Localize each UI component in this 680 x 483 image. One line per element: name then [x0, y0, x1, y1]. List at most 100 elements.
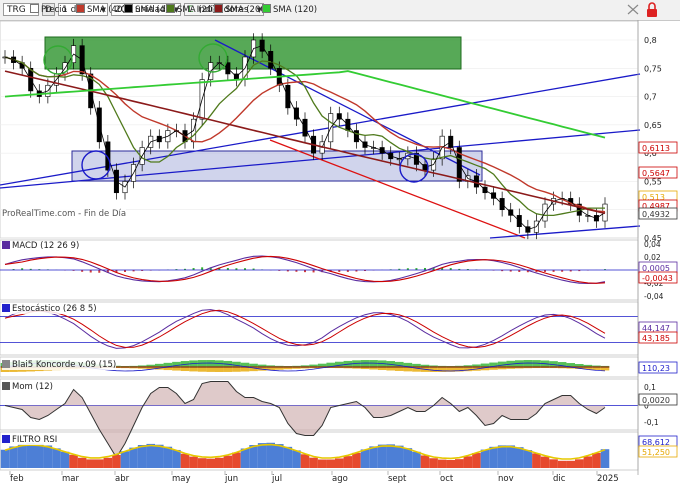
koncorde-brown-bar: [309, 366, 318, 368]
svg-text:51,250: 51,250: [642, 448, 670, 457]
koncorde-brown-bar: [335, 366, 344, 368]
koncorde-brown-bar: [472, 366, 481, 368]
blai5-title-label: Blai5 Koncorde v.09 (15): [12, 360, 117, 370]
chart-canvas[interactable]: 0,80,750,70,650,60,550,50,450,040,020-0,…: [0, 20, 680, 483]
koncorde-brown-bar: [523, 366, 533, 368]
x-axis-label: oct: [440, 474, 454, 483]
x-axis-label: jun: [224, 474, 238, 483]
mom-tick-label: -0,1: [644, 418, 659, 427]
koncorde-brown-bar: [540, 366, 550, 368]
price-value-label: 0,4932: [638, 207, 678, 220]
rsi-color-swatch: [2, 435, 10, 443]
koncorde-brown-bar: [180, 366, 190, 368]
chart-tools-icon[interactable]: [626, 3, 640, 16]
x-axis-label: dic: [553, 474, 566, 483]
mom-tick-label: 0,1: [644, 383, 656, 392]
mom-title-label: Mom (12): [12, 382, 53, 392]
koncorde-brown-bar: [506, 366, 515, 368]
price-value-label: 0,5647: [638, 166, 678, 179]
koncorde-brown-bar: [437, 366, 447, 368]
macd-value-label: 0,0005: [638, 261, 678, 274]
price-tick-label: 0,75: [644, 64, 662, 73]
macd-tick-label: -0,04: [644, 292, 664, 301]
legend-label: SMA (4): [135, 5, 169, 15]
ticker-label: TRG: [7, 5, 26, 15]
svg-text:0,4932: 0,4932: [642, 210, 670, 219]
koncorde-brown-bar: [300, 366, 310, 368]
x-axis-label: mar: [62, 474, 79, 483]
macd-value-label: -0,0043: [638, 271, 678, 284]
price-tick-label: 0,8: [644, 36, 657, 45]
legend-swatch: [262, 4, 271, 13]
koncorde-brown-bar: [352, 366, 361, 368]
koncorde-brown-bar: [583, 366, 593, 368]
koncorde-brown-bar: [532, 366, 541, 368]
x-axis-label: sept: [388, 474, 407, 483]
koncorde-brown-bar: [266, 366, 275, 368]
rsi-title[interactable]: FILTRO RSI: [2, 435, 58, 445]
legend-swatch: [30, 4, 39, 13]
lock-icon[interactable]: [644, 2, 660, 18]
price-tick-label: 0,7: [644, 93, 657, 102]
koncorde-brown-bar: [377, 366, 387, 368]
watermark: ProRealTime.com - Fin de Día: [2, 209, 127, 219]
x-axis-label: abr: [115, 474, 130, 483]
koncorde-brown-bar: [189, 366, 198, 368]
rsi-value-label: 51,250: [638, 445, 678, 458]
price-tick-label: 0,65: [644, 121, 662, 130]
koncorde-brown-bar: [275, 366, 284, 368]
legend-label: SMA (40): [87, 5, 126, 15]
koncorde-brown-bar: [232, 366, 241, 368]
stoch-title[interactable]: Estocástico (26 8 5): [2, 304, 97, 314]
svg-text:110,23: 110,23: [642, 364, 670, 373]
legend-item-precio[interactable]: Precio: [30, 4, 67, 16]
koncorde-brown-bar: [420, 366, 430, 368]
legend-item-sma-40[interactable]: SMA (40): [76, 4, 126, 16]
legend-label: SMA (120): [273, 5, 318, 15]
koncorde-brown-bar: [386, 366, 395, 368]
koncorde-brown-bar: [283, 366, 293, 368]
koncorde-brown-bar: [129, 366, 138, 368]
x-axis-label: 2025: [597, 474, 619, 483]
rsi-title-label: FILTRO RSI: [12, 435, 58, 445]
legend-label: SMA (20): [177, 5, 216, 15]
blai5-title[interactable]: Blai5 Koncorde v.09 (15): [2, 360, 117, 370]
x-axis-label: nov: [498, 474, 514, 483]
macd-color-swatch: [2, 241, 10, 249]
legend-swatch: [214, 4, 223, 13]
koncorde-brown-bar: [600, 366, 610, 368]
x-axis-label: may: [172, 474, 191, 483]
price-value-label: 0,6113: [638, 141, 678, 154]
legend-swatch: [166, 4, 175, 13]
macd-title[interactable]: MACD (12 26 9): [2, 241, 80, 251]
stoch-value-label: 43,185: [638, 331, 678, 344]
koncorde-brown-bar: [292, 366, 301, 368]
koncorde-brown-bar: [429, 366, 438, 368]
stoch-color-swatch: [2, 304, 10, 312]
legend-item-sma-200[interactable]: SMA (200): [214, 4, 269, 16]
koncorde-brown-bar: [223, 366, 233, 368]
svg-text:0,0020: 0,0020: [642, 396, 670, 405]
legend-swatch: [124, 4, 133, 13]
stoch-title-label: Estocástico (26 8 5): [12, 304, 97, 314]
koncorde-brown-bar: [515, 366, 524, 368]
koncorde-brown-bar: [463, 366, 473, 368]
toolbar: TRG▼ D 1 día▼ 200 unidades▼ ⵎIndicadores…: [0, 0, 680, 21]
macd-tick-label: 0,02: [644, 253, 661, 262]
legend-swatch: [76, 4, 85, 13]
stoch-value-label: 44,147: [638, 321, 678, 334]
blai5-color-swatch: [2, 360, 10, 368]
koncorde-brown-bar: [497, 366, 507, 368]
mom-value-label: 0,0020: [638, 393, 678, 406]
price-tick-label: 0,55: [644, 177, 662, 186]
koncorde-brown-bar: [343, 366, 353, 368]
koncorde-brown-bar: [455, 366, 464, 368]
koncorde-brown-bar: [257, 366, 267, 368]
mom-title[interactable]: Mom (12): [2, 382, 53, 392]
legend-item-sma-4[interactable]: SMA (4): [124, 4, 168, 16]
koncorde-brown-bar: [446, 366, 455, 368]
legend-item-sma-20[interactable]: SMA (20): [166, 4, 216, 16]
legend-label: Precio: [41, 5, 67, 15]
legend-item-sma-120[interactable]: SMA (120): [262, 4, 317, 16]
x-axis-label: jul: [271, 474, 282, 483]
